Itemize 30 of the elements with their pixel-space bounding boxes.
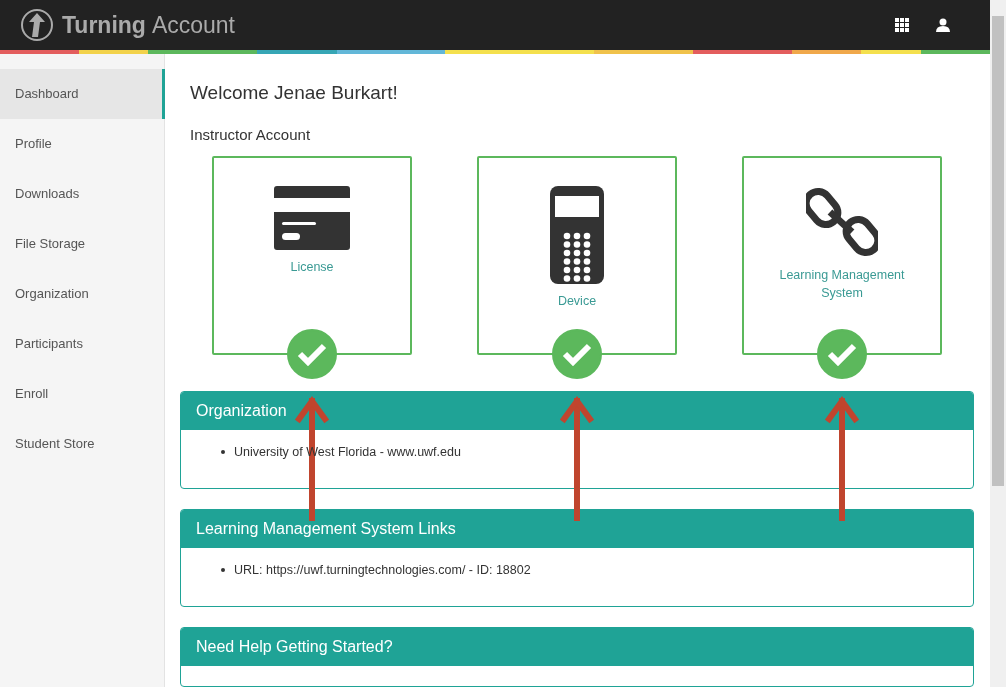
- card-label: Device: [556, 293, 598, 310]
- bullet-icon: [221, 568, 225, 572]
- sidebar-item[interactable]: Dashboard: [0, 69, 165, 119]
- sidebar-item[interactable]: File Storage: [0, 219, 164, 269]
- chain-link-icon: [806, 186, 878, 258]
- account-type-label: Instructor Account: [190, 126, 312, 143]
- apps-grid-icon[interactable]: [895, 18, 909, 32]
- sidebar-item[interactable]: Profile: [0, 119, 164, 169]
- bullet-icon: [221, 450, 225, 454]
- sidebar-item[interactable]: Student Store: [0, 419, 164, 469]
- sidebar-item[interactable]: Enroll: [0, 369, 164, 419]
- brand-name: Turning: [62, 11, 146, 39]
- logo-icon: [20, 8, 54, 42]
- sidebar-item[interactable]: Downloads: [0, 169, 164, 219]
- brand-subtitle: Account: [151, 11, 235, 39]
- status-card[interactable]: Learning Management System: [742, 156, 942, 355]
- panel-title: Organization: [181, 392, 973, 430]
- sidebar-item[interactable]: Participants: [0, 319, 164, 369]
- scrollbar[interactable]: [990, 0, 1006, 687]
- card-label: License: [289, 259, 335, 276]
- panel-title: Need Help Getting Started?: [181, 628, 973, 666]
- card-label: Learning Management System: [778, 267, 906, 302]
- clicker-device-icon: [550, 186, 604, 284]
- panel-title: Learning Management System Links: [181, 510, 973, 548]
- status-card[interactable]: License: [212, 156, 412, 355]
- welcome-heading: Welcome Jenae Burkart!: [190, 82, 399, 104]
- sidebar-item[interactable]: Organization: [0, 269, 164, 319]
- credit-card-icon: [274, 186, 350, 250]
- user-icon[interactable]: [936, 18, 950, 32]
- list-item-text: URL: https://uwf.turningtechnologies.com/ - ID: 18802: [234, 563, 531, 577]
